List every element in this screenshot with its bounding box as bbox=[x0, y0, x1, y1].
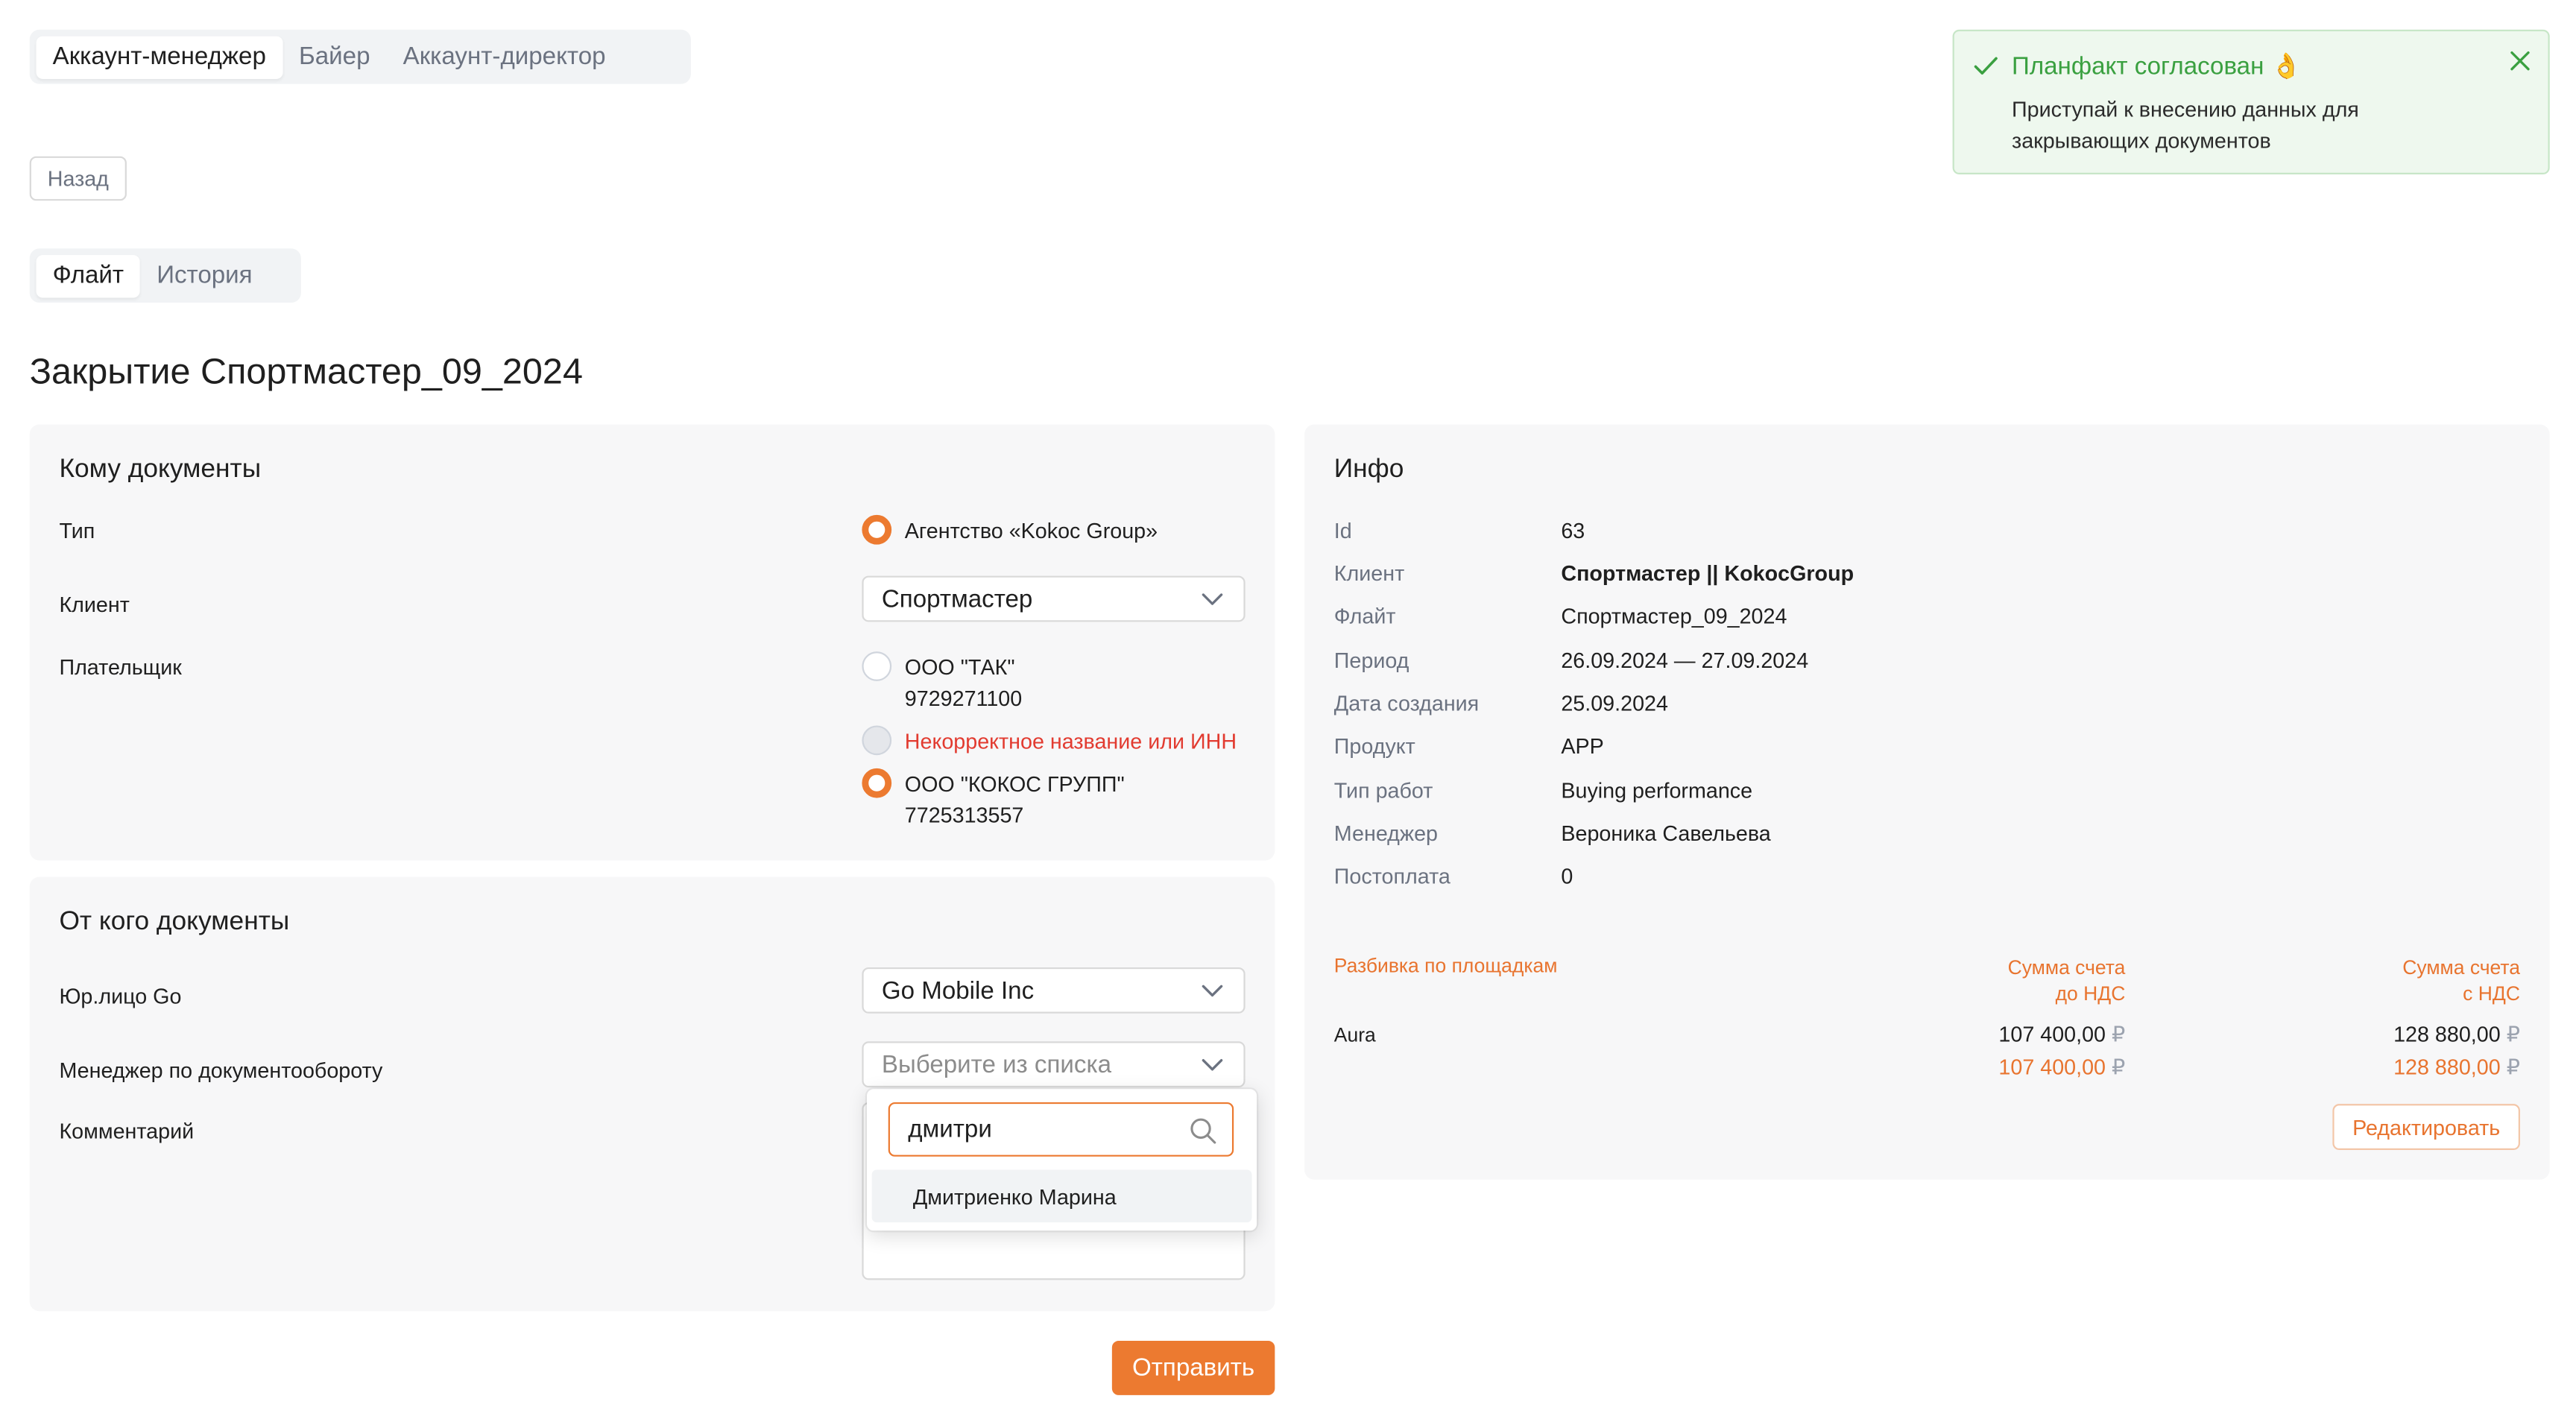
entity-select[interactable]: Go Mobile Inc bbox=[862, 967, 1246, 1014]
doc-manager-dropdown: дмитри Дмитриенко Марина bbox=[867, 1089, 1257, 1231]
search-icon bbox=[1190, 1118, 1216, 1144]
chevron-down-icon bbox=[1202, 593, 1223, 605]
from-documents-title: От кого документы bbox=[59, 908, 290, 937]
payer-tak-name: ООО "ТАК" bbox=[904, 654, 1015, 680]
back-button[interactable]: Назад bbox=[29, 156, 127, 201]
doc-manager-placeholder: Выберите из списка bbox=[881, 1050, 1112, 1078]
page: Аккаунт-менеджер Байер Аккаунт-директор … bbox=[0, 0, 2576, 1428]
page-title: Закрытие Спортмастер_09_2024 bbox=[29, 350, 583, 392]
info-label-manager: Менеджер bbox=[1333, 821, 1439, 846]
submit-button[interactable]: Отправить bbox=[1111, 1341, 1275, 1395]
info-value-postpay: 0 bbox=[1561, 863, 1573, 888]
comment-label: Комментарий bbox=[59, 1119, 195, 1144]
payer-radio-kokos[interactable] bbox=[862, 768, 892, 798]
payer-tak-inn: 9729271100 bbox=[904, 686, 1023, 711]
info-label-product: Продукт bbox=[1333, 733, 1415, 759]
payer-label: Плательщик bbox=[59, 654, 182, 680]
info-value-flight: Спортмастер_09_2024 bbox=[1561, 604, 1787, 629]
type-option-label: Агентство «Kokoc Group» bbox=[904, 518, 1158, 543]
tab-buyer[interactable]: Байер bbox=[282, 35, 387, 78]
payer-invalid-message: Некорректное название или ИНН bbox=[904, 728, 1237, 754]
info-value-manager: Вероника Савельева bbox=[1561, 821, 1771, 846]
breakdown-header-platform: Разбивка по площадкам bbox=[1333, 954, 1558, 978]
breakdown-with-vat: 128 880,00 ₽ bbox=[2253, 1022, 2520, 1048]
type-label: Тип bbox=[59, 518, 95, 543]
info-value-created: 25.09.2024 bbox=[1561, 691, 1668, 716]
success-toast: Планфакт согласован 👌 Приступай к внесен… bbox=[1952, 29, 2550, 174]
breakdown-header-before-vat-line2: до НДС bbox=[2055, 982, 2126, 1005]
info-label-client: Клиент bbox=[1333, 560, 1405, 586]
edit-button[interactable]: Редактировать bbox=[2332, 1104, 2520, 1150]
payer-radio-invalid bbox=[862, 725, 892, 756]
client-label: Клиент bbox=[59, 592, 130, 617]
entity-label: Юр.лицо Go bbox=[59, 984, 182, 1009]
breakdown-before-vat: 107 400,00 ₽ bbox=[1859, 1021, 2126, 1048]
breakdown-header-before-vat-line1: Сумма счета bbox=[2007, 955, 2126, 979]
dropdown-option[interactable]: Дмитриенко Марина bbox=[871, 1169, 1252, 1223]
entity-select-value: Go Mobile Inc bbox=[881, 976, 1035, 1005]
client-select[interactable]: Спортмастер bbox=[862, 575, 1246, 622]
dropdown-search-input[interactable]: дмитри bbox=[888, 1102, 1234, 1157]
toast-body: Приступай к внесению данных для закрываю… bbox=[2012, 94, 2359, 157]
chevron-down-icon bbox=[1202, 1059, 1223, 1071]
dropdown-search-value: дмитри bbox=[908, 1115, 992, 1144]
toast-title: Планфакт согласован 👌 bbox=[2012, 52, 2302, 81]
info-label-flight: Флайт bbox=[1333, 604, 1396, 629]
toast-body-line1: Приступай к внесению данных для bbox=[2012, 97, 2359, 122]
info-title: Инфо bbox=[1333, 455, 1404, 484]
tab-history[interactable]: История bbox=[140, 254, 269, 297]
breakdown-with-vat-value: 128 880,00 bbox=[2393, 1021, 2501, 1046]
payer-kokos-inn: 7725313557 bbox=[904, 803, 1024, 828]
breakdown-header-with-vat-line1: Сумма счета bbox=[2402, 955, 2520, 979]
breakdown-before-vat-value: 107 400,00 bbox=[1998, 1021, 2106, 1046]
doc-manager-label: Менеджер по документообороту bbox=[59, 1058, 383, 1083]
info-label-period: Период bbox=[1333, 648, 1409, 673]
breakdown-header-with-vat-line2: с НДС bbox=[2463, 982, 2520, 1005]
info-value-id: 63 bbox=[1561, 518, 1585, 543]
breakdown-header-with-vat: Сумма счета с НДС bbox=[2253, 954, 2520, 1007]
currency-icon: ₽ bbox=[2506, 1021, 2520, 1046]
currency-icon: ₽ bbox=[2112, 1054, 2126, 1080]
doc-manager-select[interactable]: Выберите из списка bbox=[862, 1041, 1246, 1088]
role-tabs: Аккаунт-менеджер Байер Аккаунт-директор bbox=[29, 29, 691, 84]
currency-icon: ₽ bbox=[2112, 1021, 2126, 1046]
toast-body-line2: закрывающих документов bbox=[2012, 128, 2271, 154]
info-value-period: 26.09.2024 — 27.09.2024 bbox=[1561, 648, 1809, 673]
chevron-down-icon bbox=[1202, 985, 1223, 997]
tab-account-director[interactable]: Аккаунт-директор bbox=[387, 35, 622, 78]
info-label-work-type: Тип работ bbox=[1333, 778, 1433, 803]
info-label-id: Id bbox=[1333, 518, 1352, 543]
info-label-created: Дата создания bbox=[1333, 691, 1480, 716]
client-select-value: Спортмастер bbox=[881, 584, 1033, 613]
breakdown-with-vat-total: 128 880,00 ₽ bbox=[2253, 1055, 2520, 1081]
breakdown-before-vat-total-value: 107 400,00 bbox=[1998, 1054, 2106, 1080]
breakdown-row-name: Aura bbox=[1333, 1023, 1376, 1046]
close-icon[interactable] bbox=[2509, 49, 2532, 72]
check-icon bbox=[1974, 57, 1998, 75]
info-value-product: APP bbox=[1561, 733, 1604, 759]
tab-flight[interactable]: Флайт bbox=[36, 254, 141, 297]
to-documents-title: Кому документы bbox=[59, 455, 262, 484]
payer-kokos-name: ООО "КОКОС ГРУПП" bbox=[904, 771, 1125, 797]
type-radio[interactable] bbox=[862, 514, 892, 545]
breakdown-with-vat-total-value: 128 880,00 bbox=[2393, 1054, 2501, 1080]
info-value-client: Спортмастер || KokocGroup bbox=[1561, 560, 1854, 586]
info-label-postpay: Постоплата bbox=[1333, 863, 1450, 888]
payer-radio-tak[interactable] bbox=[862, 651, 892, 681]
currency-icon: ₽ bbox=[2506, 1054, 2520, 1080]
breakdown-header-before-vat: Сумма счета до НДС bbox=[1859, 954, 2126, 1007]
info-value-work-type: Buying performance bbox=[1561, 778, 1753, 803]
tab-account-manager[interactable]: Аккаунт-менеджер bbox=[36, 35, 282, 78]
view-tabs: Флайт История bbox=[29, 248, 301, 303]
breakdown-before-vat-total: 107 400,00 ₽ bbox=[1859, 1054, 2126, 1081]
